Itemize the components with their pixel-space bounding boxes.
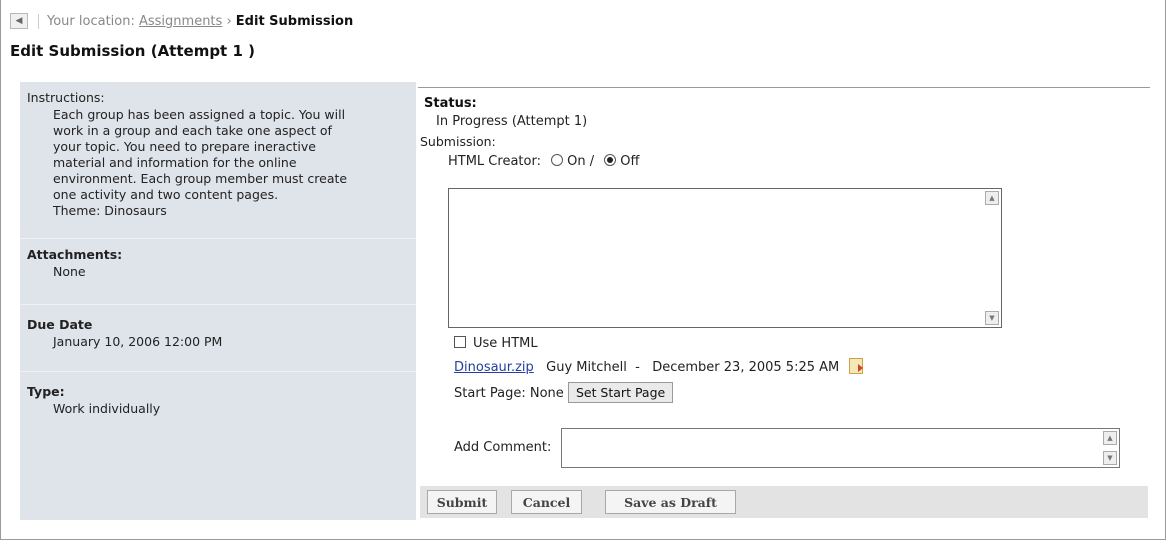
breadcrumb-current: Edit Submission <box>235 13 354 29</box>
attached-file-row: Dinosaur.zip Guy Mitchell - December 23,… <box>454 358 864 375</box>
comment-input[interactable]: ▲ ▼ <box>561 428 1120 468</box>
save-as-draft-button[interactable]: Save as Draft <box>605 490 736 514</box>
file-link[interactable]: Dinosaur.zip <box>454 360 534 375</box>
attachments-value: None <box>53 264 86 279</box>
due-date-value: January 10, 2006 12:00 PM <box>53 334 223 349</box>
file-date: December 23, 2005 5:25 AM <box>652 360 840 375</box>
scroll-up-icon[interactable]: ▲ <box>1103 431 1117 445</box>
assignment-details-panel: Instructions: Each group has been assign… <box>20 82 416 520</box>
submit-button[interactable]: Submit <box>427 490 497 514</box>
type-label: Type: <box>27 384 65 399</box>
use-html-checkbox[interactable] <box>454 336 466 348</box>
instructions-line: one activity and two content pages. <box>53 187 279 202</box>
attachments-label: Attachments: <box>27 247 123 262</box>
location-path: Your location: Assignments › Edit Submis… <box>38 13 354 29</box>
divider <box>418 87 1150 88</box>
breadcrumb-separator: › <box>226 13 232 29</box>
file-separator: - <box>635 360 640 375</box>
status-label: Status: <box>424 96 477 111</box>
type-section: Type: Work individually <box>20 372 416 425</box>
breadcrumb: ◀ Your location: Assignments › Edit Subm… <box>8 10 1166 32</box>
action-bar: Submit Cancel Save as Draft <box>420 486 1148 518</box>
instructions-text: Each group has been assigned a topic. Yo… <box>53 107 406 219</box>
start-page-label: Start Page: None <box>454 386 564 401</box>
page-title: Edit Submission (Attempt 1 ) <box>10 42 255 60</box>
file-edit-icon[interactable] <box>849 358 864 374</box>
type-value: Work individually <box>53 401 161 416</box>
html-creator-row: HTML Creator: On / Off <box>448 154 639 169</box>
use-html-row: Use HTML <box>454 336 538 351</box>
scroll-up-icon[interactable]: ▲ <box>985 191 999 205</box>
chevron-left-icon[interactable]: ◀ <box>10 13 28 29</box>
file-author: Guy Mitchell <box>546 360 627 375</box>
add-comment-label: Add Comment: <box>454 440 552 455</box>
instructions-line: your topic. You need to prepare ineracti… <box>53 139 316 154</box>
html-creator-off-label: Off <box>620 154 640 169</box>
instructions-section: Instructions: Each group has been assign… <box>20 82 416 239</box>
instructions-line: Theme: Dinosaurs <box>53 203 167 218</box>
location-prefix: Your location: <box>47 13 139 29</box>
instructions-line: environment. Each group member must crea… <box>53 171 348 186</box>
html-creator-on-label: On / <box>567 154 595 169</box>
set-start-page-button[interactable]: Set Start Page <box>567 382 674 403</box>
start-page-row: Start Page: None Set Start Page <box>454 382 674 403</box>
instructions-line: work in a group and each take one aspect… <box>53 123 332 138</box>
html-creator-off-radio[interactable] <box>604 154 617 166</box>
submission-textarea[interactable]: ▲ ▼ <box>448 188 1002 328</box>
instructions-line: material and information for the online <box>53 155 297 170</box>
cancel-button[interactable]: Cancel <box>511 490 582 514</box>
scroll-down-icon[interactable]: ▼ <box>985 311 999 325</box>
breadcrumb-assignments-link[interactable]: Assignments <box>139 14 222 29</box>
instructions-line: Each group has been assigned a topic. Yo… <box>53 107 346 122</box>
html-creator-label: HTML Creator: <box>448 154 541 169</box>
submission-label: Submission: <box>420 134 496 149</box>
instructions-label: Instructions: <box>27 90 105 105</box>
use-html-label: Use HTML <box>473 336 538 351</box>
html-creator-on-radio[interactable] <box>551 154 564 166</box>
scroll-down-icon[interactable]: ▼ <box>1103 451 1117 465</box>
attachments-section: Attachments: None <box>20 239 416 305</box>
due-date-section: Due Date January 10, 2006 12:00 PM <box>20 305 416 372</box>
status-value: In Progress (Attempt 1) <box>436 114 588 129</box>
due-date-label: Due Date <box>27 317 93 332</box>
